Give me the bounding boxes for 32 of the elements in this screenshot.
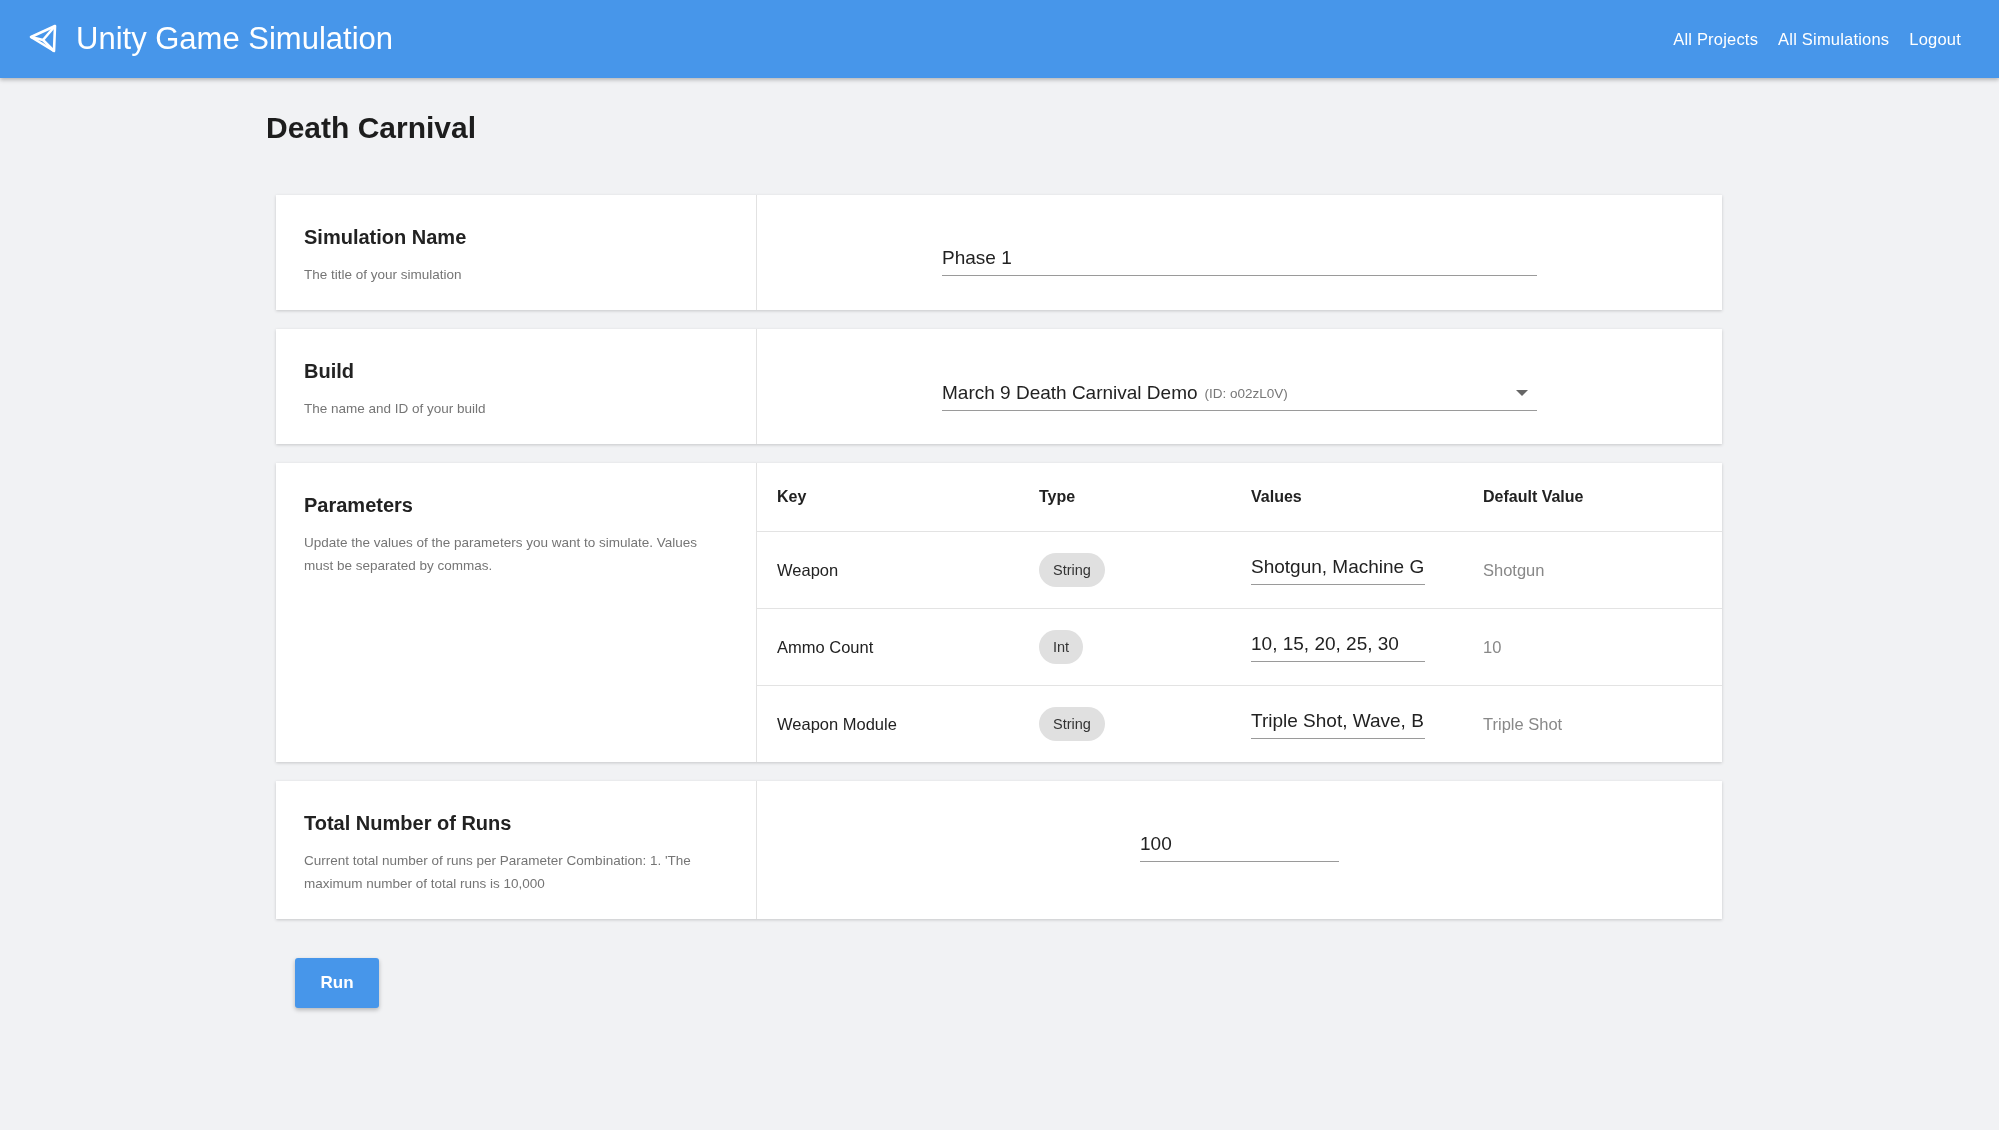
section-description: The name and ID of your build	[304, 400, 487, 418]
values-field[interactable]: Shotgun, Machine G	[1251, 555, 1425, 585]
type-chip: String	[1039, 553, 1105, 587]
caret-icon[interactable]	[1516, 390, 1528, 396]
logo-icon[interactable]	[28, 24, 58, 54]
default-value: Shotgun	[1483, 560, 1545, 579]
section-description: Update the values of the parameters you want to simulate. Values must be separated by commas.	[304, 534, 698, 575]
build-id-label: (ID: o02zL0V)	[1204, 385, 1288, 401]
type-chip: Int	[1039, 630, 1084, 664]
section-description: Current total number of runs per Parameter Combination: 1. 'The maximum number of total runs is 10,000	[304, 852, 692, 893]
section-description: The title of your simulation	[304, 266, 463, 284]
column-header: Values	[1231, 463, 1463, 532]
column-header: Default Value	[1463, 463, 1722, 532]
section-title: Simulation Name	[304, 225, 468, 250]
section-title: Build	[304, 359, 355, 384]
table-cell: Weapon Module	[757, 685, 1019, 762]
default-value: 10	[1483, 637, 1502, 656]
default-value: Triple Shot	[1483, 714, 1563, 733]
type-chip: String	[1039, 707, 1105, 741]
column-header: Key	[757, 463, 1019, 532]
select-field[interactable]: March 9 Death Carnival Demo (ID: o02zL0V)	[942, 382, 1537, 411]
table-cell: Weapon	[757, 531, 1019, 609]
column-header: Type	[1019, 463, 1231, 532]
values-field[interactable]: 10, 15, 20, 25, 30	[1251, 632, 1425, 662]
section-title: Total Number of Runs	[304, 811, 513, 836]
values-field[interactable]: Triple Shot, Wave, B	[1251, 709, 1425, 739]
section-title: Parameters	[304, 493, 414, 518]
page-title: Death Carnival	[266, 110, 478, 146]
text-field[interactable]: Phase 1	[942, 247, 1537, 276]
app-title: Unity Game Simulation	[76, 21, 394, 57]
table-cell: Ammo Count	[757, 608, 1019, 686]
number-field[interactable]: 100	[1140, 833, 1339, 862]
